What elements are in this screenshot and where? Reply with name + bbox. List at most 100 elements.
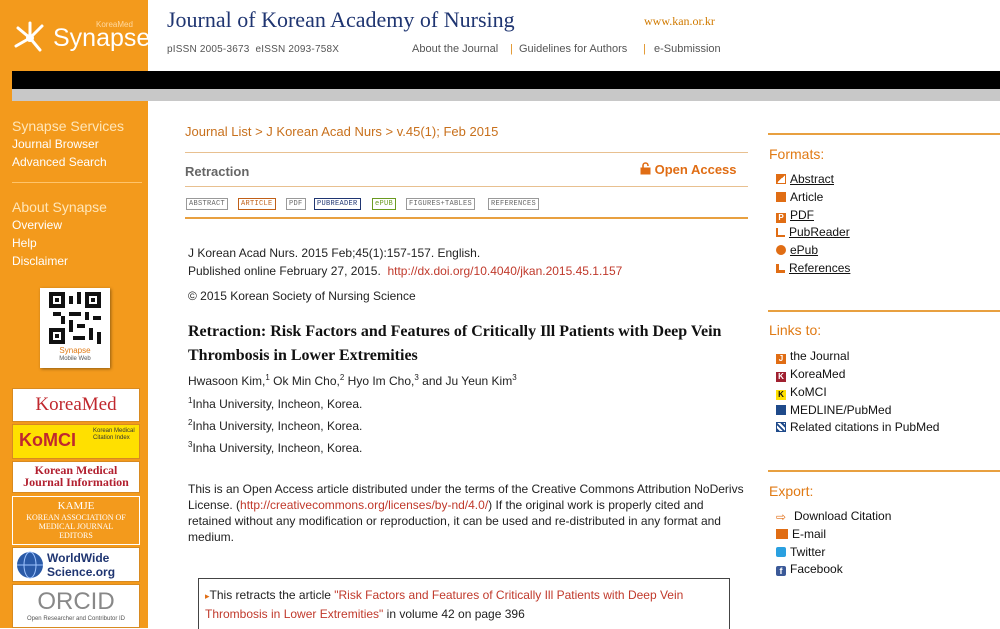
- license-statement: This is an Open Access article distribut…: [188, 482, 744, 544]
- e-submission-link[interactable]: e-Submission: [654, 43, 721, 55]
- help-link[interactable]: Help: [12, 236, 37, 250]
- orcid-banner[interactable]: ORCID Open Researcher and Contributor ID: [12, 584, 140, 628]
- article-title: Retraction: Risk Factors and Features of…: [188, 323, 722, 364]
- eissn: eISSN 2093-758X: [255, 44, 340, 55]
- synapse-services-heading: Synapse Services: [12, 118, 125, 134]
- journal-link[interactable]: Jthe Journal: [776, 349, 849, 364]
- orcid-banner-text: ORCID: [37, 588, 115, 615]
- open-lock-icon: [640, 162, 651, 175]
- orcid-banner-sub: Open Researcher and Contributor ID: [26, 616, 126, 622]
- header-grey-bar: [12, 89, 1000, 101]
- article-icon: [776, 192, 786, 202]
- disclaimer-link[interactable]: Disclaimer: [12, 254, 68, 268]
- pubreader-link[interactable]: PubReader: [776, 225, 850, 239]
- epub-format-button[interactable]: ePUB: [372, 198, 397, 210]
- retraction-notice: ▸This retracts the article "Risk Factors…: [205, 588, 684, 621]
- journal-icon: J: [776, 354, 786, 364]
- related-citations-link[interactable]: Related citations in PubMed: [776, 420, 939, 434]
- advanced-search-link[interactable]: Advanced Search: [12, 155, 107, 169]
- article-format-button[interactable]: ARTICLE: [238, 198, 276, 210]
- affiliation-3: 3Inha University, Incheon, Korea.: [188, 440, 363, 455]
- breadcrumb-rule: [185, 152, 748, 153]
- kmji-banner[interactable]: Korean Medical Journal Information: [12, 461, 140, 493]
- overview-link[interactable]: Overview: [12, 218, 62, 232]
- epub-link[interactable]: ePub: [776, 243, 818, 257]
- pissn: pISSN 2005-3673: [167, 44, 250, 55]
- pubreader-format-button[interactable]: PUBREADER: [314, 198, 361, 210]
- komci-icon: K: [776, 390, 786, 400]
- pdf-icon: P: [776, 213, 786, 223]
- formats-heading: Formats:: [769, 146, 825, 162]
- komci-banner-text: KoMCI: [19, 430, 76, 450]
- globe-icon: [17, 551, 43, 579]
- format-bar-rule: [185, 217, 748, 219]
- qr-code[interactable]: Synapse Mobile Web: [40, 288, 110, 368]
- author-name[interactable]: Hyo Im Cho,3: [348, 373, 419, 388]
- koreamed-link[interactable]: K KoreaMed: [776, 367, 845, 382]
- header-black-bar: [12, 71, 1000, 89]
- about-journal-link[interactable]: About the Journal: [412, 43, 498, 55]
- breadcrumb[interactable]: Journal List > J Korean Acad Nurs > v.45…: [185, 124, 498, 139]
- guidelines-authors-link[interactable]: Guidelines for Authors: [519, 43, 627, 55]
- links-heading: Links to:: [769, 322, 822, 338]
- nav-separator: |: [643, 43, 646, 55]
- doi-link[interactable]: http://dx.doi.org/10.4040/jkan.2015.45.1…: [387, 264, 622, 278]
- komci-banner[interactable]: KoMCI Korean Medical Citation Index: [12, 424, 140, 459]
- download-citation-link[interactable]: ⇨ Download Citation: [776, 509, 891, 523]
- qr-label: Synapse: [59, 346, 91, 355]
- figures-tables-format-button[interactable]: FIGURES+TABLES: [406, 198, 476, 210]
- koreamed-banner-text: KoreaMed: [35, 394, 117, 415]
- logo-text: Synapse: [53, 24, 151, 52]
- pdf-format-button[interactable]: PDF: [286, 198, 306, 210]
- issn-line: pISSN 2005-3673 eISSN 2093-758X: [167, 44, 339, 55]
- kmji-banner-text: Korean Medical Journal Information: [23, 463, 129, 489]
- pubmed-icon: [776, 405, 786, 415]
- open-access-badge: Open Access: [640, 162, 737, 177]
- kamje-banner[interactable]: KAMJE KOREAN ASSOCIATION OF MEDICAL JOUR…: [12, 496, 140, 545]
- author-name[interactable]: Hwasoon Kim,1: [188, 373, 270, 388]
- epub-icon: [776, 245, 786, 255]
- export-rule: [768, 470, 1000, 472]
- abstract-icon: [776, 174, 786, 184]
- author-name[interactable]: and Ju Yeun Kim3: [422, 373, 517, 388]
- formats-rule: [768, 133, 1000, 135]
- kamje-banner-text: KAMJE: [57, 500, 95, 512]
- journal-site-url[interactable]: www.kan.or.kr: [644, 14, 715, 29]
- related-citations-icon: [776, 422, 786, 432]
- article-type-label: Retraction: [185, 164, 250, 179]
- koreamed-icon: K: [776, 372, 786, 382]
- twitter-link[interactable]: Twitter: [776, 545, 825, 559]
- komci-link[interactable]: K KoMCI: [776, 385, 827, 400]
- references-icon: [776, 264, 785, 273]
- pdf-link[interactable]: P PDF: [776, 208, 814, 223]
- koreamed-banner[interactable]: KoreaMed: [12, 388, 140, 422]
- abstract-format-button[interactable]: ABSTRACT: [186, 198, 229, 210]
- journal-title[interactable]: Journal of Korean Academy of Nursing: [167, 7, 515, 33]
- affiliation-2: 2Inha University, Incheon, Korea.: [188, 418, 363, 433]
- license-link[interactable]: http://creativecommons.org/licenses/by-n…: [240, 498, 488, 512]
- abstract-link[interactable]: Abstract: [776, 172, 834, 186]
- references-link[interactable]: References: [776, 261, 850, 275]
- journal-browser-link[interactable]: Journal Browser: [12, 137, 99, 151]
- synapse-logo[interactable]: KoreaMed Synapse: [0, 0, 151, 71]
- email-link[interactable]: E-mail: [776, 527, 826, 541]
- facebook-link[interactable]: f Facebook: [776, 562, 843, 576]
- synapse-logo-icon: [14, 21, 44, 52]
- published-date: Published online February 27, 2015.: [188, 264, 381, 278]
- worldwide-science-banner[interactable]: WorldWide Science.org: [12, 547, 140, 582]
- email-icon: [776, 529, 788, 539]
- medline-pubmed-link[interactable]: MEDLINE/PubMed: [776, 403, 891, 417]
- export-heading: Export:: [769, 483, 814, 499]
- sidebar-divider: [12, 182, 142, 183]
- references-format-button[interactable]: REFERENCES: [488, 198, 540, 210]
- about-synapse-heading: About Synapse: [12, 199, 107, 215]
- qr-code-icon: [49, 292, 101, 344]
- section-rule: [185, 186, 748, 187]
- pubreader-icon: [776, 228, 785, 237]
- copyright-line: © 2015 Korean Society of Nursing Science: [188, 289, 416, 303]
- author-name[interactable]: Ok Min Cho,2: [273, 373, 344, 388]
- links-rule: [768, 310, 1000, 312]
- author-list: Hwasoon Kim,1 Ok Min Cho,2 Hyo Im Cho,3 …: [188, 373, 517, 388]
- article-link[interactable]: Article: [776, 190, 823, 204]
- twitter-icon: [776, 547, 786, 557]
